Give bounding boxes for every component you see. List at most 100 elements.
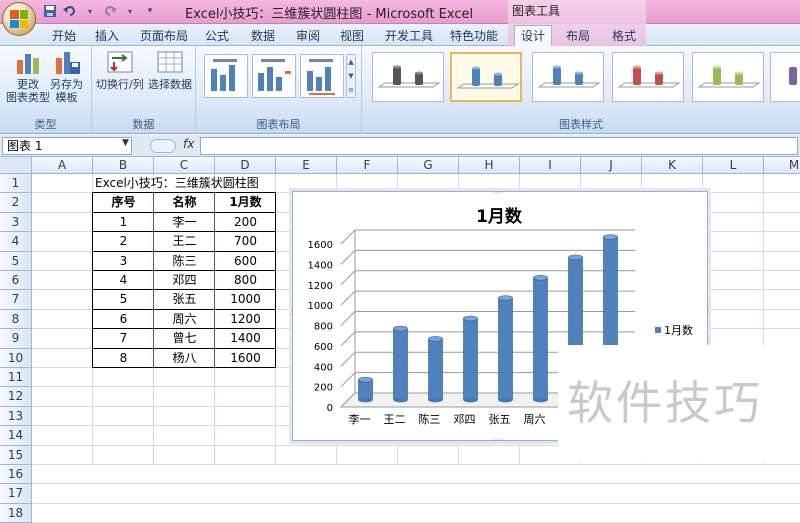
chart-style-3[interactable] bbox=[532, 52, 604, 102]
table-cell[interactable]: 800 bbox=[215, 271, 276, 289]
customize-qat-icon[interactable]: ▾ bbox=[142, 3, 158, 19]
row-header[interactable]: 4 bbox=[0, 232, 32, 252]
row-header[interactable]: 10 bbox=[0, 348, 32, 368]
name-box[interactable]: 图表 1 bbox=[2, 137, 132, 155]
table-cell[interactable]: 4 bbox=[93, 271, 154, 289]
column-header[interactable]: M bbox=[764, 157, 800, 174]
switch-row-column-button[interactable]: 切换行/列 bbox=[96, 48, 144, 91]
layout-option-3[interactable] bbox=[300, 54, 344, 98]
table-cell[interactable]: 7 bbox=[93, 329, 154, 347]
tab-insert[interactable]: 插入 bbox=[95, 27, 119, 44]
chart-style-4[interactable] bbox=[612, 52, 684, 102]
select-data-button[interactable]: 选择数据 bbox=[148, 48, 192, 91]
tab-page-layout[interactable]: 页面布局 bbox=[140, 27, 188, 44]
table-cell[interactable]: 邓四 bbox=[154, 271, 215, 289]
select-all-corner[interactable] bbox=[0, 157, 32, 174]
row-header[interactable]: 8 bbox=[0, 309, 32, 330]
office-button[interactable] bbox=[2, 2, 36, 36]
row-header[interactable]: 12 bbox=[0, 387, 32, 407]
dropdown-arrow-icon[interactable]: ▾ bbox=[82, 3, 98, 19]
table-header-cell[interactable]: 1月数 bbox=[215, 193, 276, 211]
layout-option-2[interactable] bbox=[252, 54, 296, 98]
undo-icon[interactable] bbox=[62, 3, 78, 19]
column-header[interactable]: L bbox=[703, 157, 764, 174]
table-cell[interactable]: 杨八 bbox=[154, 349, 215, 367]
tab-format[interactable]: 格式 bbox=[612, 27, 636, 44]
save-icon[interactable] bbox=[42, 3, 58, 19]
row-header[interactable]: 15 bbox=[0, 445, 32, 465]
row-header[interactable]: 7 bbox=[0, 290, 32, 310]
row-header[interactable]: 11 bbox=[0, 368, 32, 388]
row-header[interactable]: 9 bbox=[0, 329, 32, 349]
tab-layout[interactable]: 布局 bbox=[566, 27, 590, 44]
layout-gallery-scroll[interactable]: ▲ ▼ ≡ bbox=[346, 54, 356, 98]
layout-option-1[interactable] bbox=[204, 54, 248, 98]
table-cell[interactable]: 5 bbox=[93, 290, 154, 308]
tab-data[interactable]: 数据 bbox=[251, 27, 275, 44]
chart-style-5[interactable] bbox=[692, 52, 764, 102]
chart-bar[interactable] bbox=[358, 376, 373, 403]
column-header[interactable]: E bbox=[276, 157, 337, 174]
table-cell[interactable]: 3 bbox=[93, 252, 154, 270]
table-cell[interactable]: 王二 bbox=[154, 232, 215, 250]
row-header[interactable]: 6 bbox=[0, 271, 32, 291]
row-header[interactable]: 17 bbox=[0, 484, 32, 504]
column-header[interactable]: J bbox=[581, 157, 642, 174]
table-cell[interactable]: 1000 bbox=[215, 290, 276, 308]
table-cell[interactable]: 陈三 bbox=[154, 252, 215, 270]
table-cell[interactable]: 周六 bbox=[154, 310, 215, 328]
save-as-template-button[interactable]: 另存为 模板 bbox=[50, 48, 83, 104]
table-cell[interactable]: 700 bbox=[215, 232, 276, 250]
table-cell[interactable]: 2 bbox=[93, 232, 154, 250]
chart-style-1[interactable] bbox=[372, 52, 444, 102]
chart-bar[interactable] bbox=[498, 295, 513, 403]
tab-review[interactable]: 审阅 bbox=[296, 27, 320, 44]
chart-resize-handle[interactable]: ⋯ bbox=[493, 436, 502, 446]
row-header[interactable]: 16 bbox=[0, 465, 32, 485]
chart-style-6[interactable] bbox=[770, 52, 800, 102]
row-header[interactable]: 18 bbox=[0, 503, 32, 523]
sheet-title-cell[interactable]: Excel小技巧：三维簇状圆柱图 bbox=[95, 174, 259, 192]
column-header[interactable]: H bbox=[459, 157, 520, 174]
table-cell[interactable]: 200 bbox=[215, 213, 276, 231]
table-cell[interactable]: 8 bbox=[93, 349, 154, 367]
row-header[interactable]: 1 bbox=[0, 174, 32, 194]
tab-developer[interactable]: 开发工具 bbox=[385, 27, 433, 44]
chart-bar[interactable] bbox=[463, 315, 478, 403]
table-cell[interactable]: 张五 bbox=[154, 290, 215, 308]
chart-title[interactable]: 1月数 bbox=[476, 206, 523, 227]
formula-bar-splitter-icon[interactable] bbox=[150, 139, 176, 153]
chart-legend[interactable]: 1月数 bbox=[655, 324, 693, 337]
row-header[interactable]: 2 bbox=[0, 193, 32, 213]
column-header[interactable]: F bbox=[337, 157, 398, 174]
tab-home[interactable]: 开始 bbox=[52, 27, 76, 44]
dropdown-arrow-icon[interactable]: ▾ bbox=[122, 3, 138, 19]
name-box-dropdown-icon[interactable]: ▼ bbox=[122, 138, 129, 148]
tab-view[interactable]: 视图 bbox=[340, 27, 364, 44]
tab-formulas[interactable]: 公式 bbox=[205, 27, 229, 44]
chart-bar[interactable] bbox=[428, 336, 443, 403]
column-header[interactable]: G bbox=[398, 157, 459, 174]
chart-bar[interactable] bbox=[393, 325, 408, 403]
table-header-cell[interactable]: 序号 bbox=[93, 193, 154, 211]
table-cell[interactable]: 1 bbox=[93, 213, 154, 231]
chart-resize-handle[interactable]: ⋮ bbox=[288, 307, 297, 317]
table-cell[interactable]: 李一 bbox=[154, 213, 215, 231]
chart-resize-handle[interactable]: ⋮ bbox=[703, 307, 712, 317]
chart-style-2-selected[interactable] bbox=[450, 52, 522, 102]
column-header[interactable]: A bbox=[32, 157, 93, 174]
table-cell[interactable]: 1600 bbox=[215, 349, 276, 367]
table-cell[interactable]: 1400 bbox=[215, 329, 276, 347]
table-cell[interactable]: 1200 bbox=[215, 310, 276, 328]
redo-icon[interactable] bbox=[102, 3, 118, 19]
change-chart-type-button[interactable]: 更改 图表类型 bbox=[6, 48, 50, 104]
row-header[interactable]: 13 bbox=[0, 406, 32, 427]
row-header[interactable]: 5 bbox=[0, 251, 32, 271]
column-header[interactable]: D bbox=[215, 157, 276, 174]
chart-resize-handle[interactable]: ⋯ bbox=[493, 188, 502, 198]
formula-input[interactable] bbox=[200, 137, 798, 155]
tab-design[interactable]: 设计 bbox=[514, 25, 553, 47]
column-header[interactable]: I bbox=[520, 157, 581, 174]
column-header[interactable]: C bbox=[154, 157, 215, 174]
table-header-cell[interactable]: 名称 bbox=[154, 193, 215, 211]
